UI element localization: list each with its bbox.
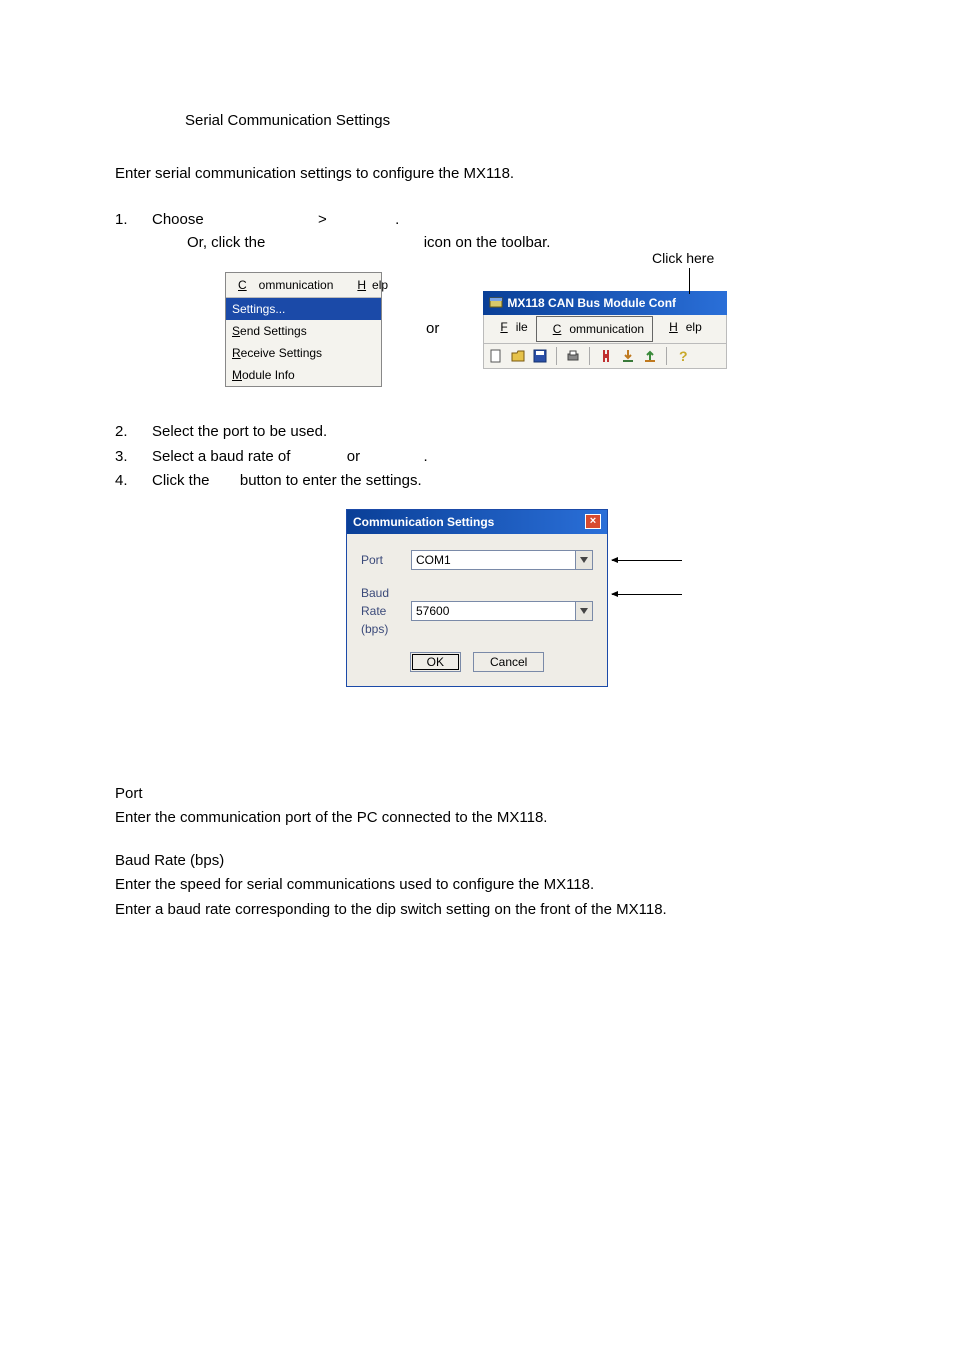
save-icon[interactable] [532,348,548,364]
port-row: Port [361,550,593,570]
pointer-line [689,268,690,294]
step-text: . [395,211,399,228]
step-text: Choose [152,211,204,228]
port-label: Port [361,551,411,569]
port-description: Enter the communication port of the PC c… [115,807,839,830]
menu-item-module-info[interactable]: Module Info [226,364,381,386]
step-text: icon on the toolbar. [424,234,551,251]
window-titlebar: MX118 CAN Bus Module Conf [483,291,727,315]
step-3: 3. Select a baud rate of or . [115,446,839,469]
step-1: 1. Choose > . Or, click the icon on the … [115,209,839,254]
menu-help[interactable]: Help [345,273,394,297]
communication-menu: Communication Help Settings... Send Sett… [225,272,382,387]
menu-item-settings[interactable]: Settings... [226,298,381,320]
baud-combobox[interactable] [411,601,593,621]
baud-row: Baud Rate (bps) [361,584,593,638]
baud-heading: Baud Rate (bps) [115,850,839,873]
print-icon[interactable] [565,348,581,364]
toolbar-separator [589,347,590,365]
dialog-titlebar: Communication Settings × [347,510,607,534]
communication-settings-dialog: Communication Settings × Port Baud Rate … [346,509,608,687]
step-text: Or, click the [187,234,265,251]
step-4: 4. Click the button to enter the setting… [115,470,839,493]
menu-help[interactable]: Help [653,315,710,343]
new-icon[interactable] [488,348,504,364]
step-text: Select a baud rate of [152,448,290,465]
intro-text: Enter serial communication settings to c… [115,163,839,186]
step-text: or [347,448,360,465]
menu-communication[interactable]: Communication [226,273,345,297]
port-input[interactable] [412,551,575,569]
step-text: Select the port to be used. [152,421,839,444]
descriptions: Port Enter the communication port of the… [115,783,839,922]
step-number: 4. [115,470,152,493]
section-title: Serial Communication Settings [185,110,839,133]
toolbar: ? [483,344,727,369]
step-number: 3. [115,446,152,469]
step-text: Click the [152,472,210,489]
menu-file[interactable]: File [484,315,535,343]
download-icon[interactable] [620,348,636,364]
or-label: or [426,318,439,341]
port-combobox[interactable] [411,550,593,570]
step-text: > [318,211,327,228]
chevron-down-icon[interactable] [575,551,592,569]
baud-input[interactable] [412,602,575,620]
step-text: . [423,448,427,465]
close-icon[interactable]: × [585,514,601,529]
baud-description: Enter the speed for serial communication… [115,874,839,897]
toolbar-separator [666,347,667,365]
dialog-title: Communication Settings [353,513,494,531]
step-number: 1. [115,209,152,254]
svg-text:?: ? [679,348,688,364]
callout-arrow [612,594,682,595]
menu-item-send[interactable]: Send Settings [226,320,381,342]
click-here-label: Click here [652,248,714,269]
app-window-fragment: MX118 CAN Bus Module Conf File Communica… [483,291,727,369]
callout-arrow [612,560,682,561]
ok-button[interactable]: OK [410,652,461,672]
cancel-button[interactable]: Cancel [473,652,544,672]
connect-icon[interactable] [598,348,614,364]
menu-item-receive[interactable]: Receive Settings [226,342,381,364]
baud-label: Baud Rate (bps) [361,584,411,638]
menubar: File Communication Help [483,315,727,344]
window-title: MX118 CAN Bus Module Conf [507,294,676,312]
menu-label: ommunication [253,275,340,295]
toolbar-separator [556,347,557,365]
menu-communication[interactable]: Communication [536,316,653,342]
step-number: 2. [115,421,152,444]
chevron-down-icon[interactable] [575,602,592,620]
help-icon[interactable]: ? [675,348,691,364]
step-text: button to enter the settings. [240,472,422,489]
port-heading: Port [115,783,839,806]
upload-icon[interactable] [642,348,658,364]
baud-description-2: Enter a baud rate corresponding to the d… [115,899,839,922]
step-2: 2. Select the port to be used. [115,421,839,444]
figure-row: Click here Communication Help Settings..… [225,272,839,387]
app-icon [489,296,503,310]
open-icon[interactable] [510,348,526,364]
